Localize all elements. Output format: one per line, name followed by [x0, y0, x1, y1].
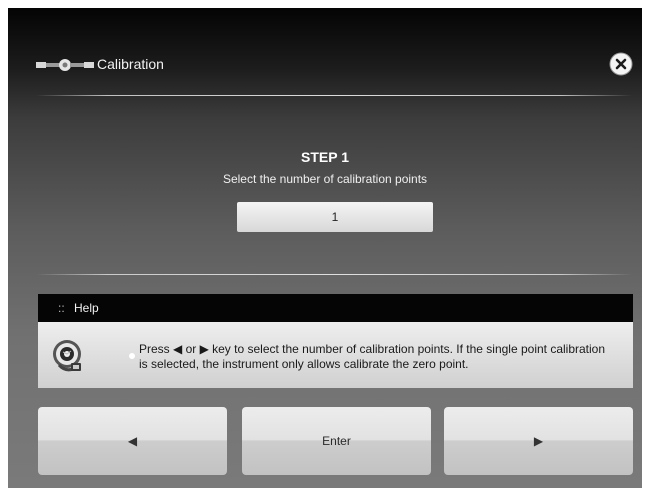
help-panel-header: :: Help	[38, 294, 633, 322]
right-arrow-icon: ▶	[533, 434, 544, 448]
section-divider	[36, 274, 632, 275]
title-bar: Calibration	[8, 8, 642, 98]
help-dots: ::	[58, 301, 65, 315]
help-bullet	[129, 353, 135, 359]
calibration-wrench-icon	[36, 59, 94, 71]
step-instruction: Select the number of calibration points	[222, 172, 428, 186]
help-panel-body: Press ◀ or ▶ key to select the number of…	[38, 322, 633, 388]
help-title: Help	[74, 301, 99, 315]
help-disc-icon	[53, 340, 81, 372]
next-button[interactable]: ▶	[444, 407, 633, 475]
help-text: Press ◀ or ▶ key to select the number of…	[139, 342, 606, 371]
close-icon[interactable]	[609, 52, 633, 76]
window-title: Calibration	[97, 56, 164, 72]
previous-button[interactable]: ◀	[38, 407, 227, 475]
left-arrow-icon: ◀	[127, 434, 138, 448]
enter-button-label: Enter	[322, 434, 351, 448]
header-divider	[36, 95, 632, 96]
enter-button[interactable]: Enter	[242, 407, 431, 475]
step-title: STEP 1	[301, 149, 349, 165]
calibration-points-value[interactable]: 1	[237, 202, 433, 232]
calibration-screen: Calibration STEP 1 Select the number of …	[8, 8, 642, 488]
